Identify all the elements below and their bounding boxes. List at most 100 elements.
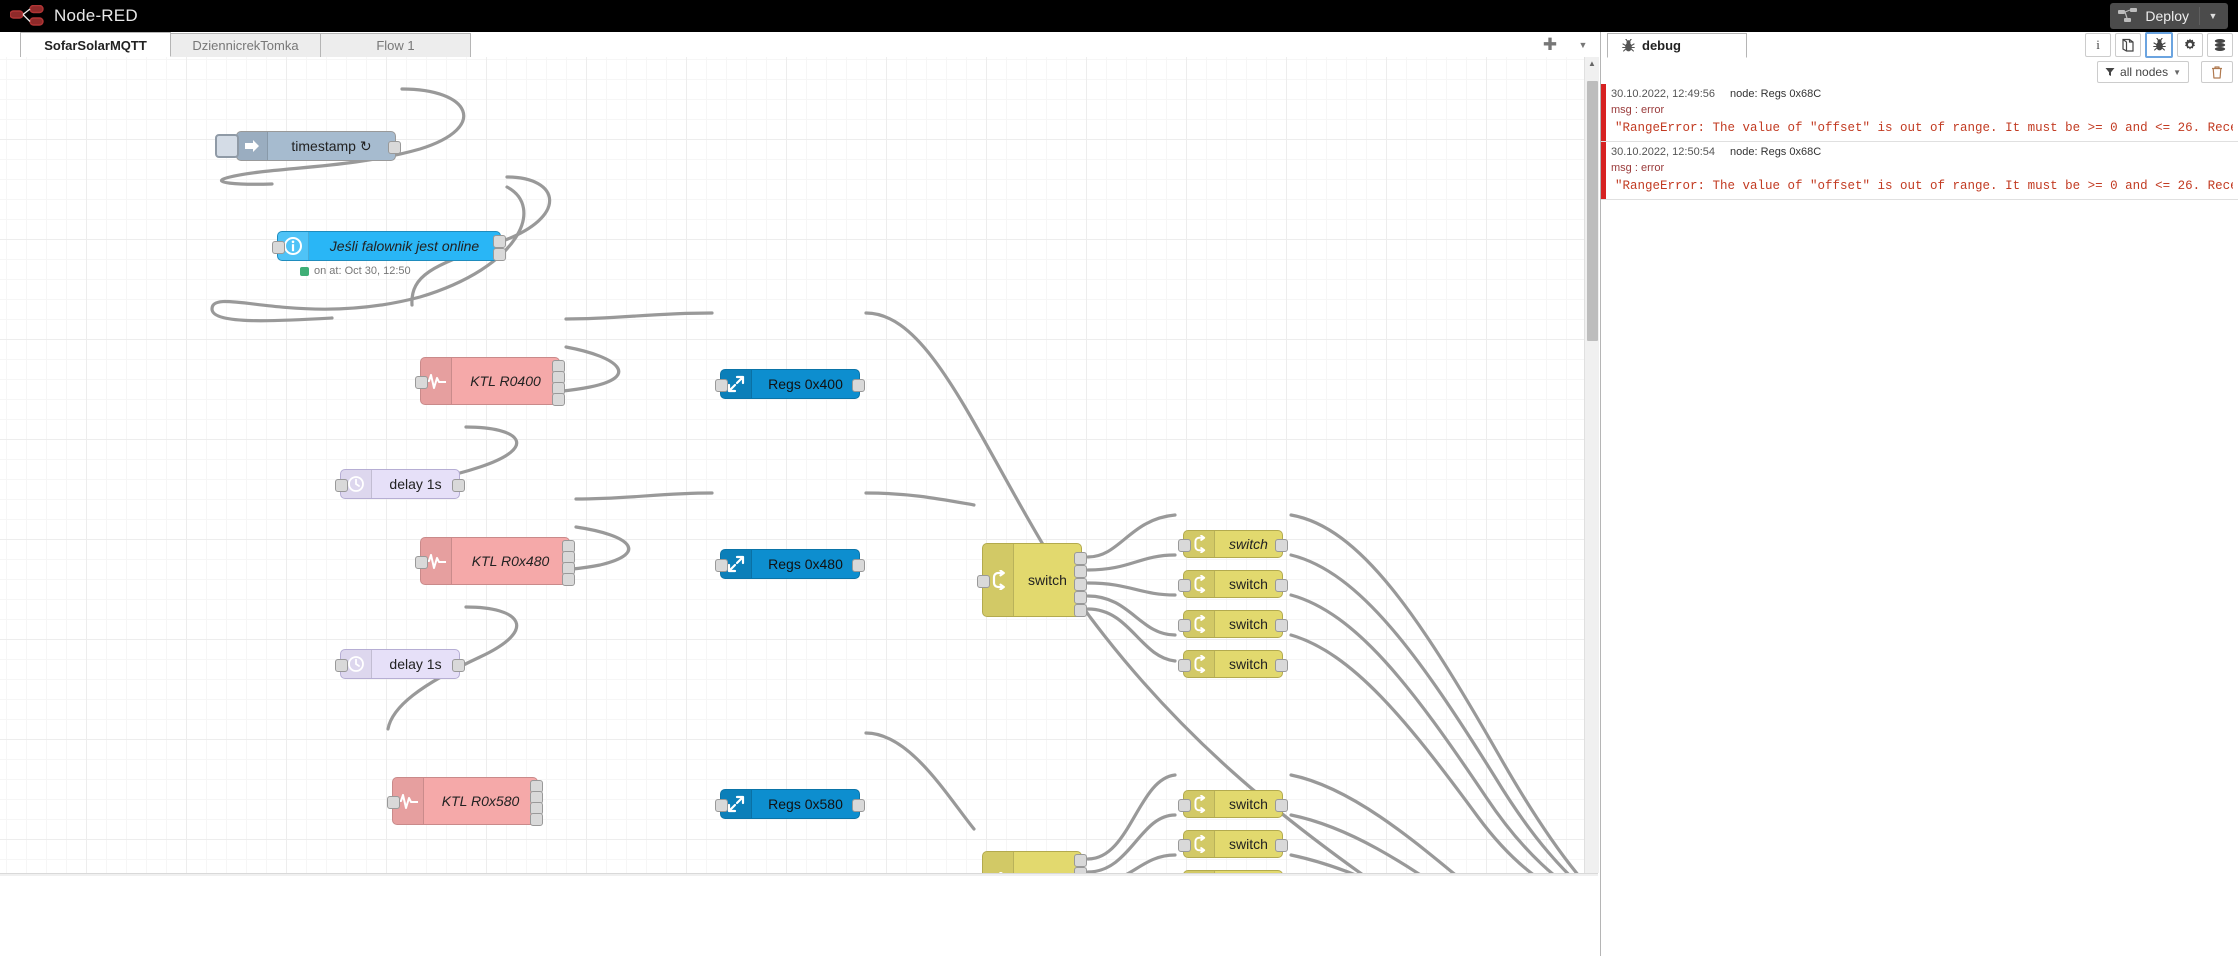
canvas-vertical-scrollbar[interactable]: ▲ (1584, 57, 1599, 873)
scrollbar-thumb[interactable] (1587, 81, 1598, 341)
node-switch-a3[interactable]: switch (1178, 610, 1288, 638)
node-ktl-r0400[interactable]: KTL R0400 (415, 357, 565, 406)
node-output-port[interactable] (452, 659, 465, 672)
node-label: switch (1229, 796, 1268, 812)
node-output-port[interactable] (1275, 619, 1288, 632)
node-input-port[interactable] (335, 659, 348, 672)
help-book-icon[interactable] (2115, 33, 2141, 57)
node-red-app: Node-RED Deploy ▼ SofarSolarMQTT Dzienni… (0, 0, 2238, 956)
debug-message-list[interactable]: 30.10.2022, 12:49:56 node: Regs 0x68C ms… (1601, 84, 2238, 956)
node-output-port[interactable] (452, 479, 465, 492)
debug-message-body: "RangeError: The value of "offset" is ou… (1615, 179, 2233, 193)
node-regs-0x400[interactable]: Regs 0x400 (715, 369, 865, 399)
flow-menu-chevron-down-icon[interactable]: ▼ (1568, 40, 1598, 50)
debug-message-body: "RangeError: The value of "offset" is ou… (1615, 121, 2233, 135)
node-output-port[interactable] (530, 813, 543, 826)
node-input-port[interactable] (977, 575, 990, 588)
filter-chevron-down-icon: ▼ (2173, 67, 2181, 77)
node-output-port[interactable] (1074, 552, 1087, 565)
node-label: Jeśli falownik jest online (329, 238, 480, 254)
debug-message-header: 30.10.2022, 12:50:54 node: Regs 0x68C (1611, 146, 2233, 158)
deploy-icon (2118, 8, 2138, 22)
clear-debug-button[interactable] (2201, 61, 2233, 83)
node-ktl-r0x580[interactable]: KTL R0x580 (387, 777, 543, 826)
debug-node-ref[interactable]: node: Regs 0x68C (1730, 146, 1821, 158)
filter-icon (2105, 68, 2115, 76)
node-label: delay 1s (389, 476, 442, 492)
node-ktl-r0x480[interactable]: KTL R0x480 (415, 537, 575, 586)
node-input-port[interactable] (415, 376, 428, 389)
gear-icon[interactable] (2177, 33, 2203, 57)
node-switch-main-b[interactable]: switch (982, 851, 1087, 873)
layers-icon[interactable] (2207, 33, 2233, 57)
node-input-port[interactable] (715, 559, 728, 572)
node-output-port[interactable] (852, 799, 865, 812)
node-output-port[interactable] (1074, 578, 1087, 591)
node-output-port[interactable] (1275, 799, 1288, 812)
node-input-port[interactable] (715, 799, 728, 812)
scroll-up-arrow-icon[interactable]: ▲ (1586, 59, 1598, 68)
flow-tab-flow-1[interactable]: Flow 1 (321, 33, 471, 57)
node-output-port[interactable] (562, 573, 575, 586)
node-inject-timestamp[interactable]: timestamp ↻ (215, 131, 401, 161)
node-output-port[interactable] (852, 559, 865, 572)
trash-icon (2212, 65, 2222, 79)
node-output-port[interactable] (1275, 839, 1288, 852)
deploy-button[interactable]: Deploy ▼ (2110, 3, 2228, 29)
node-status-online[interactable]: Jeśli falownik jest online (272, 231, 506, 261)
node-label: switch (1229, 536, 1268, 552)
debug-message[interactable]: 30.10.2022, 12:49:56 node: Regs 0x68C ms… (1601, 84, 2238, 142)
deploy-caret-icon[interactable]: ▼ (2200, 11, 2226, 21)
node-output-port[interactable] (852, 379, 865, 392)
debug-message[interactable]: 30.10.2022, 12:50:54 node: Regs 0x68C ms… (1601, 142, 2238, 200)
bug-icon[interactable] (2145, 32, 2173, 58)
node-input-port[interactable] (715, 379, 728, 392)
node-switch-a1[interactable]: switch (1178, 530, 1288, 558)
node-regs-0x580[interactable]: Regs 0x580 (715, 789, 865, 819)
node-input-port[interactable] (272, 241, 285, 254)
node-delay-1s-b[interactable]: delay 1s (335, 649, 465, 679)
node-input-port[interactable] (1178, 839, 1191, 852)
node-input-port[interactable] (1178, 659, 1191, 672)
node-switch-main-a[interactable]: switch (977, 543, 1087, 617)
node-output-port[interactable] (388, 141, 401, 154)
node-output-port[interactable] (1074, 604, 1087, 617)
flow-canvas[interactable]: timestamp ↻ Jeśli falownik jest online o… (0, 57, 1598, 873)
node-output-port[interactable] (1275, 659, 1288, 672)
flow-tab-dziennicrektomka[interactable]: DziennicrekTomka (171, 33, 321, 57)
node-input-port[interactable] (1178, 619, 1191, 632)
node-regs-0x480[interactable]: Regs 0x480 (715, 549, 865, 579)
node-delay-1s-a[interactable]: delay 1s (335, 469, 465, 499)
filter-nodes-button[interactable]: all nodes ▼ (2097, 61, 2189, 83)
info-icon[interactable]: i (2085, 33, 2111, 57)
node-switch-b1[interactable]: switch (1178, 790, 1288, 818)
node-output-port[interactable] (1074, 854, 1087, 867)
node-layer: timestamp ↻ Jeśli falownik jest online o… (0, 57, 1598, 873)
node-label: Regs 0x400 (768, 376, 843, 392)
canvas-bottom-area (0, 876, 1598, 956)
node-input-port[interactable] (415, 556, 428, 569)
node-input-port[interactable] (1178, 799, 1191, 812)
node-output-port[interactable] (493, 235, 506, 248)
node-switch-a2[interactable]: switch (1178, 570, 1288, 598)
debug-timestamp: 30.10.2022, 12:50:54 (1611, 146, 1715, 158)
node-output-port[interactable] (1275, 539, 1288, 552)
node-switch-a4[interactable]: switch (1178, 650, 1288, 678)
node-switch-b2[interactable]: switch (1178, 830, 1288, 858)
node-input-port[interactable] (387, 796, 400, 809)
deploy-label: Deploy (2145, 8, 2189, 24)
node-input-port[interactable] (1178, 539, 1191, 552)
node-input-port[interactable] (335, 479, 348, 492)
sidebar-tab-debug[interactable]: debug (1607, 33, 1747, 58)
add-flow-icon[interactable]: ✚ (1532, 35, 1568, 55)
status-dot-icon (300, 266, 309, 276)
node-input-port[interactable] (1178, 579, 1191, 592)
inject-trigger-button[interactable] (215, 134, 239, 158)
node-output-port[interactable] (493, 248, 506, 261)
node-output-port[interactable] (552, 393, 565, 406)
node-output-port[interactable] (1074, 565, 1087, 578)
debug-node-ref[interactable]: node: Regs 0x68C (1730, 88, 1821, 100)
node-output-port[interactable] (1074, 591, 1087, 604)
node-output-port[interactable] (1275, 579, 1288, 592)
flow-tab-sofarsolarmqtt[interactable]: SofarSolarMQTT (21, 32, 171, 57)
